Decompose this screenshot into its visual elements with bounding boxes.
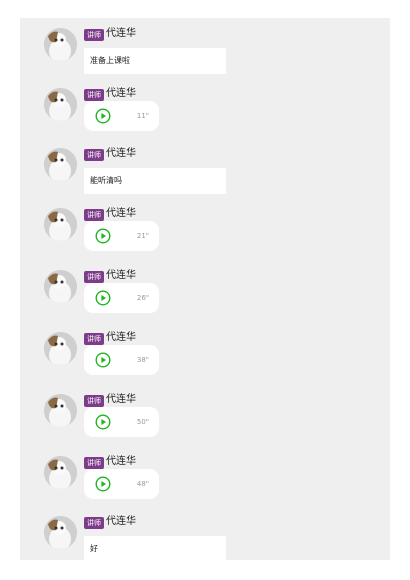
role-tag: 讲师 (84, 149, 104, 161)
voice-duration: 38" (136, 356, 149, 364)
role-tag: 讲师 (84, 333, 104, 345)
chat-message: 讲师 代连华 50" (44, 388, 404, 448)
voice-message-bubble[interactable]: 11" (84, 101, 159, 131)
play-circle-icon[interactable] (95, 476, 111, 492)
sender-name: 代连华 (106, 456, 136, 467)
text-bubble: 准备上课啦 (84, 48, 226, 74)
avatar[interactable] (44, 148, 77, 181)
avatar[interactable] (44, 516, 77, 549)
voice-message-bubble[interactable]: 38" (84, 345, 159, 375)
role-tag: 讲师 (84, 457, 104, 469)
voice-duration: 21" (136, 232, 149, 240)
role-tag: 讲师 (84, 517, 104, 529)
play-circle-icon[interactable] (95, 228, 111, 244)
sender-name: 代连华 (106, 394, 136, 405)
sender-name: 代连华 (106, 88, 136, 99)
role-tag: 讲师 (84, 29, 104, 41)
chat-message: 讲师 代连华 好 (44, 510, 404, 570)
sender-name: 代连华 (106, 208, 136, 219)
voice-duration: 50" (136, 418, 149, 426)
avatar[interactable] (44, 332, 77, 365)
voice-duration: 11" (136, 112, 149, 120)
role-tag: 讲师 (84, 89, 104, 101)
chat-message: 讲师 代连华 26" (44, 264, 404, 324)
voice-message-bubble[interactable]: 50" (84, 407, 159, 437)
avatar[interactable] (44, 270, 77, 303)
avatar[interactable] (44, 456, 77, 489)
play-circle-icon[interactable] (95, 108, 111, 124)
text-bubble: 好 (84, 536, 226, 562)
chat-message: 讲师 代连华 能听清吗 (44, 142, 404, 202)
voice-duration: 48" (136, 480, 149, 488)
chat-message: 讲师 代连华 38" (44, 326, 404, 386)
play-circle-icon[interactable] (95, 290, 111, 306)
sender-name: 代连华 (106, 148, 136, 159)
role-tag: 讲师 (84, 271, 104, 283)
voice-message-bubble[interactable]: 26" (84, 283, 159, 313)
play-circle-icon[interactable] (95, 414, 111, 430)
avatar[interactable] (44, 208, 77, 241)
play-circle-icon[interactable] (95, 352, 111, 368)
sender-name: 代连华 (106, 516, 136, 527)
voice-duration: 26" (136, 294, 149, 302)
avatar[interactable] (44, 88, 77, 121)
sender-name: 代连华 (106, 28, 136, 39)
chat-message: 讲师 代连华 21" (44, 202, 404, 262)
chat-message: 讲师 代连华 11" (44, 82, 404, 142)
chat-panel: 讲师 代连华 准备上课啦 讲师 代连华 11" 讲师 代连华 能听清吗 讲师 代… (20, 18, 390, 562)
role-tag: 讲师 (84, 209, 104, 221)
text-bubble: 能听清吗 (84, 168, 226, 194)
voice-message-bubble[interactable]: 21" (84, 221, 159, 251)
role-tag: 讲师 (84, 395, 104, 407)
avatar[interactable] (44, 394, 77, 427)
sender-name: 代连华 (106, 270, 136, 281)
voice-message-bubble[interactable]: 48" (84, 469, 159, 499)
sender-name: 代连华 (106, 332, 136, 343)
chat-message: 讲师 代连华 48" (44, 450, 404, 510)
chat-message: 讲师 代连华 准备上课啦 (44, 22, 404, 82)
avatar[interactable] (44, 28, 77, 61)
